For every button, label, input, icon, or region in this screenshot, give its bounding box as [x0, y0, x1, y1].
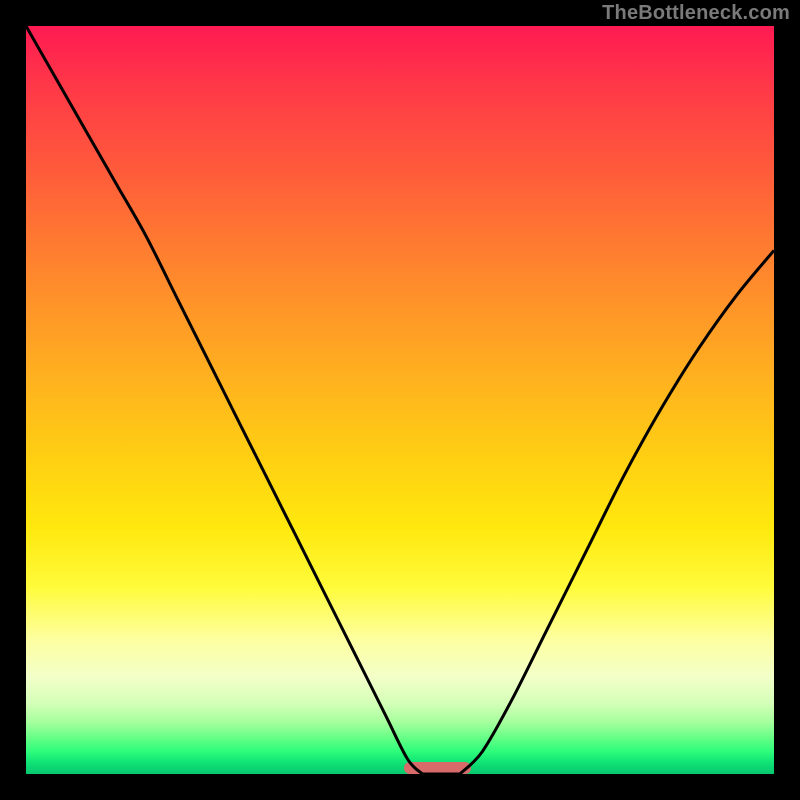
chart-frame: TheBottleneck.com	[0, 0, 800, 800]
bottleneck-curve	[26, 26, 774, 774]
watermark-text: TheBottleneck.com	[602, 2, 790, 25]
plot-area	[26, 26, 774, 774]
curve-path	[26, 26, 774, 774]
